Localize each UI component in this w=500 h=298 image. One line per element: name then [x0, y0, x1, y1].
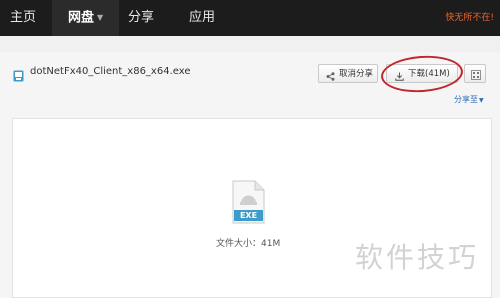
highlight-circle-annotation [379, 53, 465, 95]
chevron-down-icon: ▼ [479, 97, 484, 104]
brand-slogan: 快无所不在! [445, 13, 494, 23]
nav-item-home[interactable]: 主页 [10, 0, 36, 36]
nav-item-label: 分享 [128, 10, 155, 25]
nav-item-label: 应用 [189, 10, 216, 25]
nav-item-share[interactable]: 分享 [128, 0, 154, 36]
exe-document-icon: EXE [232, 180, 265, 224]
top-navigation-bar: 主页 网盘 ▼ 分享 应用 快无所不在! [0, 0, 500, 36]
exe-file-icon [13, 67, 24, 82]
share-icon [326, 70, 335, 89]
nav-item-label: 主页 [10, 10, 37, 25]
chevron-down-icon: ▼ [97, 13, 104, 22]
subheader-bar [0, 36, 500, 52]
exe-badge-label: EXE [239, 211, 258, 220]
cancel-share-button[interactable]: 取消分享 [318, 64, 378, 83]
file-name: dotNetFx40_Client_x86_x64.exe [30, 66, 191, 77]
share-to-link[interactable]: 分享至▼ [454, 94, 484, 105]
nav-item-apps[interactable]: 应用 [189, 0, 215, 36]
qr-code-icon [471, 69, 481, 88]
cancel-share-label: 取消分享 [339, 69, 374, 79]
qr-code-button[interactable] [464, 64, 486, 83]
nav-item-label: 网盘 [68, 10, 95, 26]
watermark-text: 软件技巧 [355, 241, 480, 274]
nav-item-netdisk[interactable]: 网盘 ▼ [52, 0, 120, 36]
share-to-label: 分享至 [454, 95, 478, 104]
file-size-label: 文件大小：41M [216, 239, 281, 249]
